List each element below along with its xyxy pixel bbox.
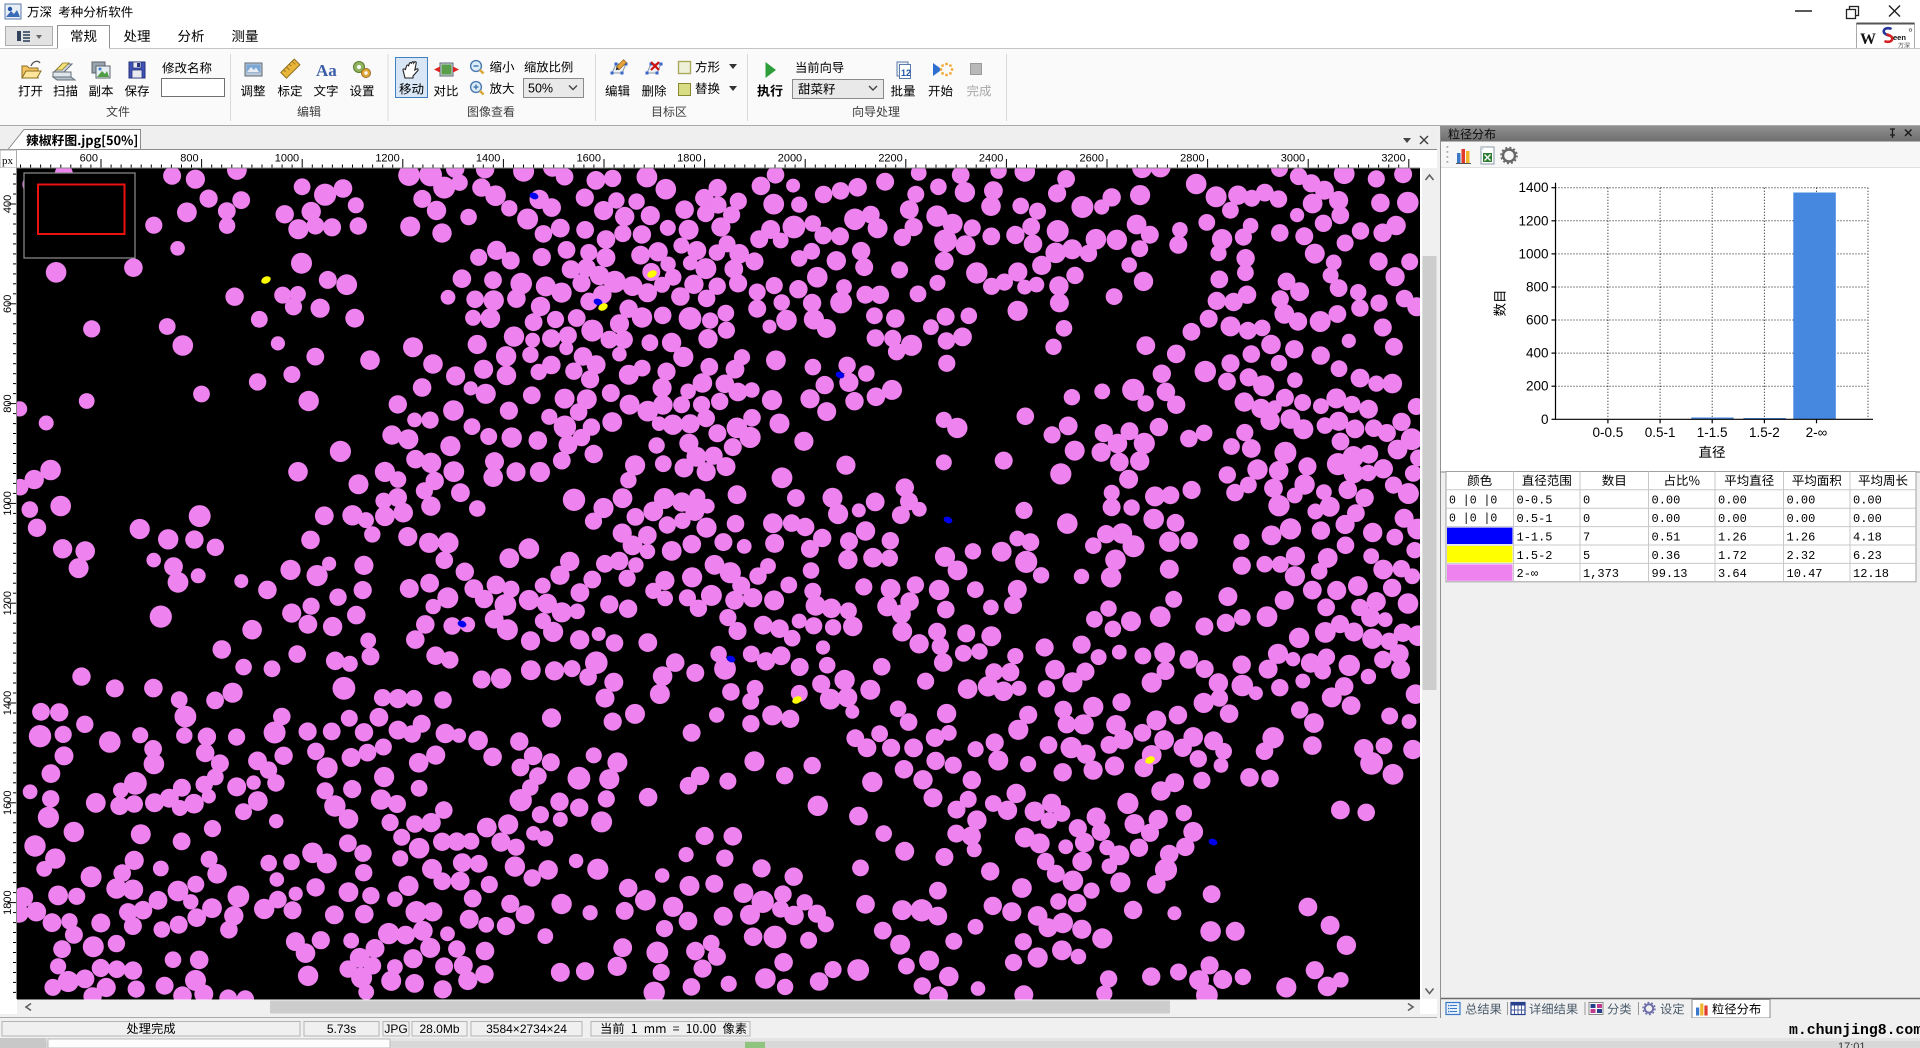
svg-text:2800: 2800	[1180, 153, 1204, 165]
svg-text:2-∞: 2-∞	[1517, 567, 1539, 581]
svg-text:1400: 1400	[1518, 180, 1548, 195]
svg-text:1.26: 1.26	[1718, 530, 1747, 544]
svg-text:0.00: 0.00	[1652, 512, 1681, 526]
svg-text:0.00: 0.00	[1718, 494, 1747, 508]
svg-text:een: een	[1893, 33, 1906, 42]
svg-text:JPG: JPG	[384, 1022, 407, 1036]
svg-text:2000: 2000	[778, 153, 802, 165]
svg-text:99.13: 99.13	[1652, 567, 1688, 581]
svg-text:600: 600	[80, 153, 98, 165]
svg-text:1800: 1800	[2, 890, 14, 914]
svg-text:12: 12	[901, 68, 911, 78]
svg-text:1800: 1800	[677, 153, 701, 165]
svg-text:600: 600	[2, 295, 14, 313]
svg-text:3200: 3200	[1381, 153, 1405, 165]
svg-text:px: px	[2, 155, 14, 167]
svg-text:Aa: Aa	[316, 61, 337, 80]
svg-text:0.00: 0.00	[1787, 494, 1816, 508]
svg-text:2400: 2400	[979, 153, 1003, 165]
svg-text:0-0.5: 0-0.5	[1593, 425, 1624, 440]
svg-text:200: 200	[1526, 379, 1549, 394]
svg-text:1.5-2: 1.5-2	[1517, 549, 1553, 563]
svg-text:1200: 1200	[375, 153, 399, 165]
svg-text:800: 800	[180, 153, 198, 165]
svg-text:0: 0	[1583, 494, 1590, 508]
svg-text:600: 600	[1526, 313, 1549, 328]
svg-text:0 |0 |0: 0 |0 |0	[1449, 513, 1497, 526]
svg-text:3584×2734×24: 3584×2734×24	[486, 1022, 567, 1036]
svg-text:0.36: 0.36	[1652, 549, 1681, 563]
svg-text:800: 800	[1526, 280, 1549, 295]
svg-text:3000: 3000	[1281, 153, 1305, 165]
svg-text:6.23: 6.23	[1853, 549, 1882, 563]
svg-text:1,373: 1,373	[1583, 567, 1619, 581]
svg-text:0.00: 0.00	[1787, 512, 1816, 526]
svg-text:5.73s: 5.73s	[327, 1022, 356, 1036]
svg-text:0.00: 0.00	[1853, 494, 1882, 508]
svg-text:0 |0 |0: 0 |0 |0	[1449, 494, 1497, 507]
svg-text:1-1.5: 1-1.5	[1697, 425, 1728, 440]
svg-text:1400: 1400	[476, 153, 500, 165]
svg-text:2.32: 2.32	[1787, 549, 1816, 563]
svg-text:0.5-1: 0.5-1	[1517, 512, 1553, 526]
svg-text:1400: 1400	[2, 691, 14, 715]
svg-text:400: 400	[1526, 346, 1549, 361]
svg-text:2-∞: 2-∞	[1806, 425, 1828, 440]
svg-text:0.5-1: 0.5-1	[1645, 425, 1676, 440]
svg-text:800: 800	[2, 394, 14, 412]
svg-text:7: 7	[1583, 530, 1590, 544]
svg-text:1000: 1000	[2, 491, 14, 515]
svg-text:12.18: 12.18	[1853, 567, 1889, 581]
svg-text:W: W	[1860, 31, 1876, 48]
svg-text:0-0.5: 0-0.5	[1517, 494, 1553, 508]
svg-text:1200: 1200	[1518, 213, 1548, 228]
svg-text:17:01: 17:01	[1838, 1041, 1866, 1048]
svg-text:0.00: 0.00	[1652, 494, 1681, 508]
svg-text:0: 0	[1583, 512, 1590, 526]
svg-text:1000: 1000	[1518, 246, 1548, 261]
svg-text:m.chunjing8.com: m.chunjing8.com	[1789, 1023, 1920, 1039]
svg-text:1-1.5: 1-1.5	[1517, 530, 1553, 544]
svg-text:5: 5	[1583, 549, 1590, 563]
svg-text:2200: 2200	[878, 153, 902, 165]
svg-text:1200: 1200	[2, 591, 14, 615]
svg-text:3.64: 3.64	[1718, 567, 1747, 581]
svg-text:1600: 1600	[2, 791, 14, 815]
svg-text:50%: 50%	[528, 82, 553, 96]
svg-text:10.47: 10.47	[1787, 567, 1823, 581]
svg-text:400: 400	[2, 195, 14, 213]
svg-text:4.18: 4.18	[1853, 530, 1882, 544]
svg-text:0.51: 0.51	[1652, 530, 1681, 544]
svg-text:28.0Mb: 28.0Mb	[419, 1022, 459, 1036]
svg-text:0.00: 0.00	[1718, 512, 1747, 526]
svg-text:1.26: 1.26	[1787, 530, 1816, 544]
svg-text:0.00: 0.00	[1853, 512, 1882, 526]
svg-text:2600: 2600	[1080, 153, 1104, 165]
svg-text:1000: 1000	[275, 153, 299, 165]
svg-text:1.72: 1.72	[1718, 549, 1747, 563]
svg-text:1600: 1600	[577, 153, 601, 165]
svg-text:0: 0	[1541, 412, 1549, 427]
svg-text:1.5-2: 1.5-2	[1749, 425, 1780, 440]
